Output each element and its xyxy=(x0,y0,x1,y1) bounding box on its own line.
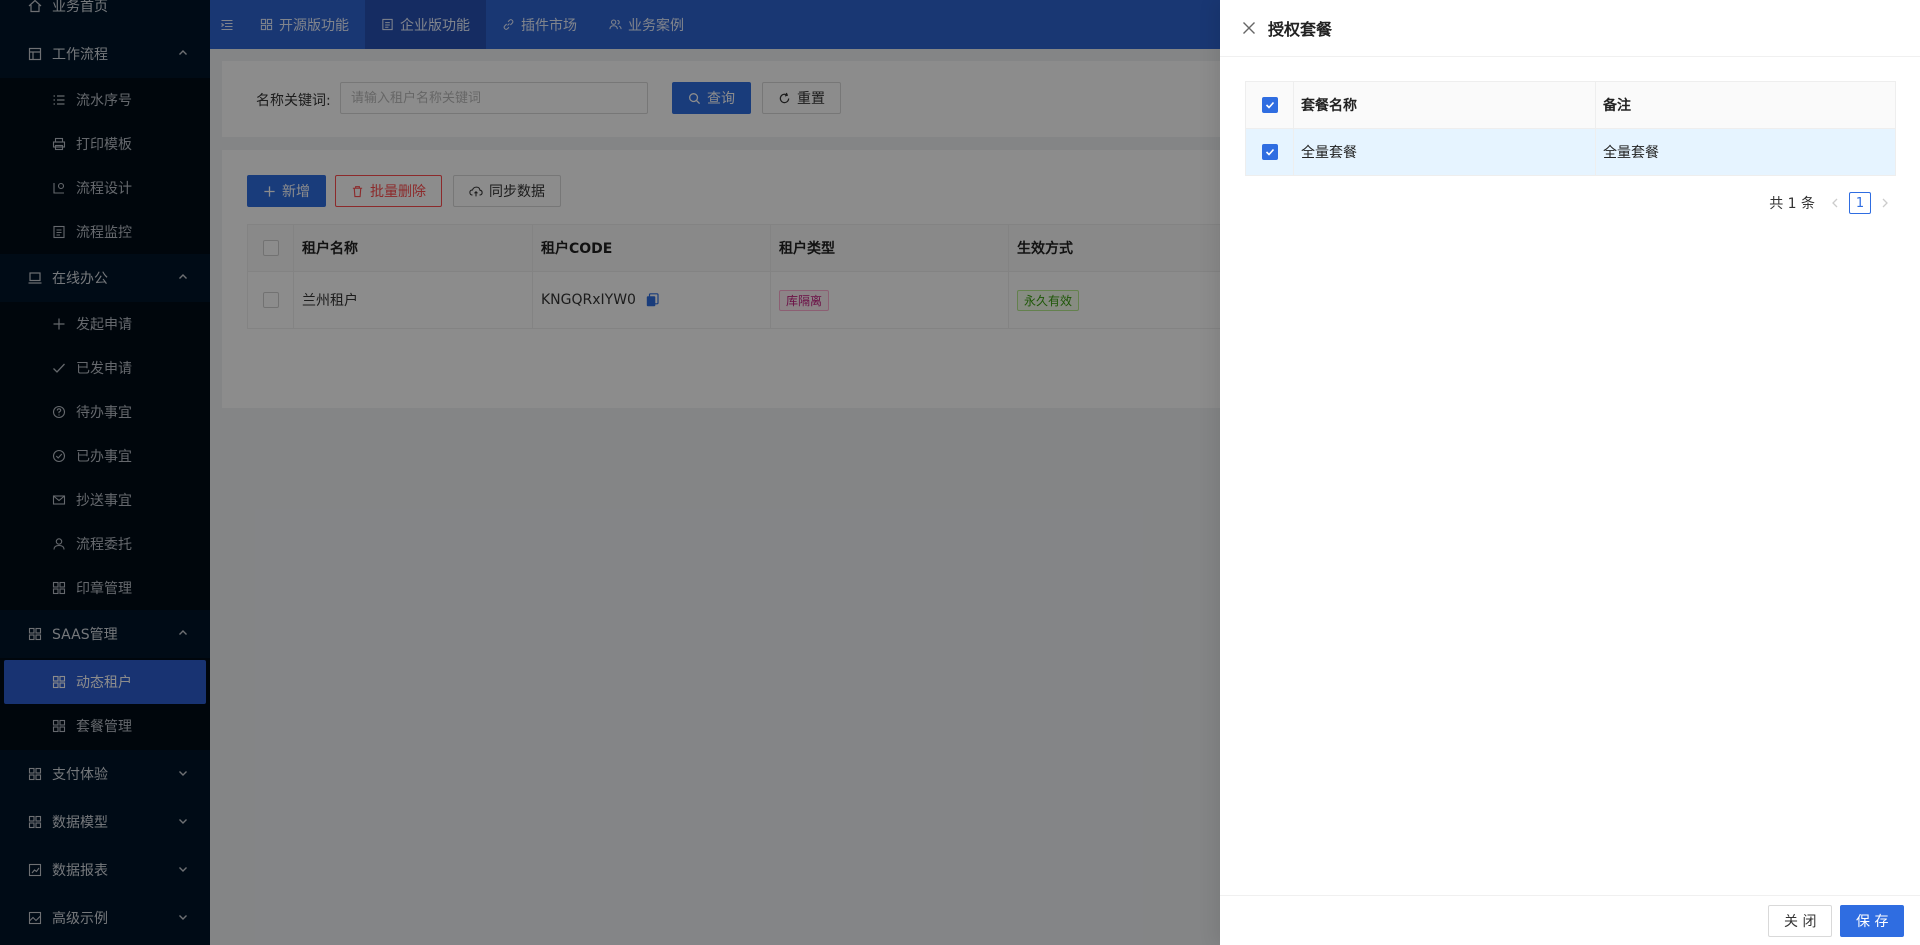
package-remark-cell: 全量套餐 xyxy=(1595,128,1896,176)
package-table: 套餐名称 备注 全量套餐 全量套餐 xyxy=(1245,81,1896,176)
save-label: 保 存 xyxy=(1856,914,1889,930)
next-page-icon[interactable] xyxy=(1875,198,1895,208)
column-header[interactable]: 备注 xyxy=(1595,81,1896,129)
close-label: 关 闭 xyxy=(1784,914,1817,930)
drawer-footer: 关 闭 保 存 xyxy=(1220,895,1920,945)
row-checkbox[interactable] xyxy=(1261,144,1278,160)
row-select-cell xyxy=(1245,128,1294,176)
package-name-cell: 全量套餐 xyxy=(1293,128,1596,176)
close-button[interactable]: 关 闭 xyxy=(1768,905,1833,937)
authorize-package-drawer: 授权套餐 套餐名称 备注 全量套餐 全量套餐 共 1 条 1 关 闭 保 存 xyxy=(1220,0,1920,945)
drawer-header: 授权套餐 xyxy=(1220,0,1920,57)
total-count: 共 1 条 xyxy=(1769,196,1815,212)
select-all-checkbox[interactable] xyxy=(1261,97,1278,113)
prev-page-icon[interactable] xyxy=(1825,198,1845,208)
select-all-cell xyxy=(1245,81,1294,129)
close-icon[interactable] xyxy=(1242,21,1256,35)
column-header[interactable]: 套餐名称 xyxy=(1293,81,1596,129)
table-header-row: 套餐名称 备注 xyxy=(1245,81,1896,129)
drawer-title: 授权套餐 xyxy=(1268,20,1333,39)
page-1-button[interactable]: 1 xyxy=(1849,192,1871,214)
pagination: 共 1 条 1 xyxy=(1769,192,1895,214)
table-row[interactable]: 全量套餐 全量套餐 xyxy=(1245,128,1896,176)
save-button[interactable]: 保 存 xyxy=(1840,905,1905,937)
